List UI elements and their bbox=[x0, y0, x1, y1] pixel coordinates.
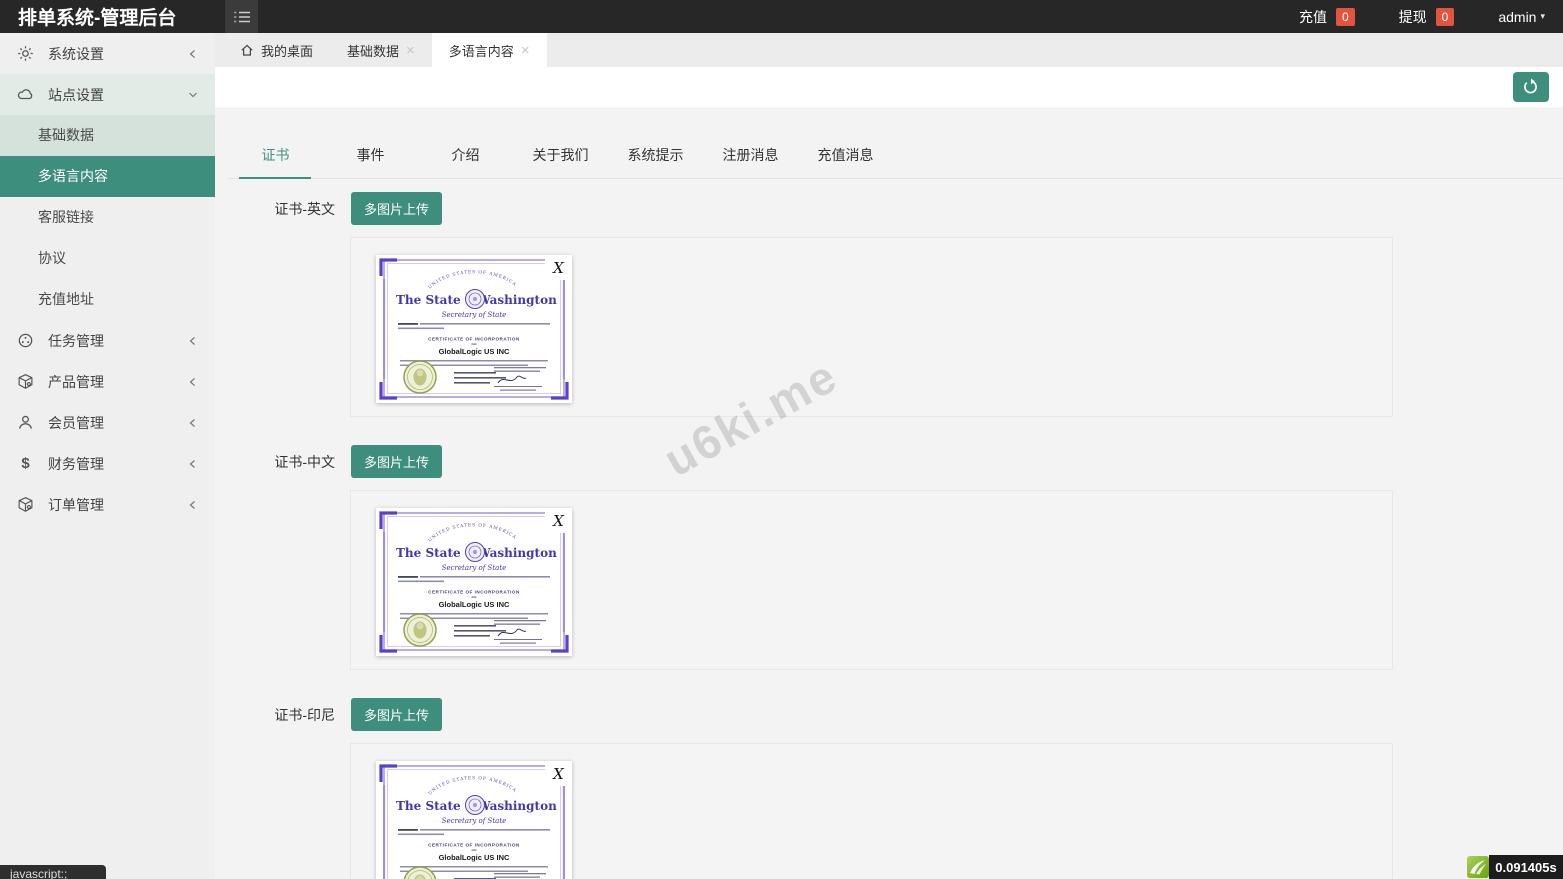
home-icon bbox=[241, 44, 253, 56]
withdraw-count-badge: 0 bbox=[1435, 7, 1455, 26]
admin-app: UNITED STATES OF AMERICA The State of Wa… bbox=[0, 0, 1563, 879]
remove-image-button[interactable]: X bbox=[545, 255, 572, 280]
certificate-image bbox=[376, 255, 572, 403]
sidebar-item-order-management[interactable]: 订单管理 bbox=[0, 484, 215, 525]
chevron-left-icon bbox=[189, 500, 195, 509]
certificate-image bbox=[376, 761, 572, 879]
close-icon[interactable]: × bbox=[406, 43, 415, 58]
withdraw-label: 提现 bbox=[1398, 8, 1427, 25]
refresh-button[interactable] bbox=[1513, 72, 1549, 102]
field-label: 证书-中文 bbox=[274, 453, 335, 470]
tab-recharge-message[interactable]: 充值消息 bbox=[798, 135, 893, 178]
sidebar-item-recharge-address[interactable]: 充值地址 bbox=[0, 279, 215, 320]
upload-preview-area: X bbox=[350, 743, 1393, 879]
sidebar-item-site-settings[interactable]: 站点设置 bbox=[0, 74, 215, 115]
chevron-left-icon bbox=[189, 336, 195, 345]
sidebar-item-agreement[interactable]: 协议 bbox=[0, 238, 215, 279]
trace-time: 0.091405s bbox=[1489, 855, 1563, 879]
sidebar: 系统设置 站点设置 基础数据 多语言内容 客服链接 协议 充值地址 任务管理 产… bbox=[0, 33, 215, 879]
recharge-stat[interactable]: 充值 0 bbox=[1299, 7, 1355, 27]
product-icon bbox=[16, 373, 35, 390]
member-icon bbox=[16, 414, 35, 431]
site-settings-submenu: 基础数据 多语言内容 客服链接 协议 充值地址 bbox=[0, 115, 215, 320]
certificate-thumbnail: X bbox=[376, 761, 572, 879]
tab-introduction[interactable]: 介绍 bbox=[418, 135, 513, 178]
field-label: 证书-英文 bbox=[274, 200, 335, 217]
field-label: 证书-印尼 bbox=[274, 706, 335, 723]
remove-image-button[interactable]: X bbox=[545, 761, 572, 786]
chevron-down-icon: ▾ bbox=[1540, 11, 1545, 21]
top-header-bar: 排单系统-管理后台 充值 0 提现 0 admin ▾ bbox=[0, 0, 1563, 33]
tab-event[interactable]: 事件 bbox=[323, 135, 418, 178]
tab-multilanguage-content[interactable]: 多语言内容 × bbox=[431, 33, 547, 67]
sidebar-collapse-button[interactable] bbox=[225, 0, 258, 33]
task-icon bbox=[16, 332, 35, 349]
withdraw-stat[interactable]: 提现 0 bbox=[1399, 7, 1455, 27]
main-content: 证书 事件 介绍 关于我们 系统提示 注册消息 充值消息 证书-英文 多图片上传… bbox=[215, 107, 1563, 879]
order-icon bbox=[16, 496, 35, 513]
tab-certificate[interactable]: 证书 bbox=[228, 135, 323, 179]
open-tabs-bar: 我的桌面 基础数据 × 多语言内容 × bbox=[215, 33, 1563, 67]
sidebar-item-basic-data[interactable]: 基础数据 bbox=[0, 115, 215, 156]
tab-system-prompt[interactable]: 系统提示 bbox=[608, 135, 703, 178]
recharge-count-badge: 0 bbox=[1335, 7, 1355, 26]
refresh-icon bbox=[1524, 78, 1537, 94]
user-menu[interactable]: admin ▾ bbox=[1498, 9, 1545, 25]
page-toolbar bbox=[215, 67, 1563, 107]
close-icon[interactable]: × bbox=[521, 43, 530, 58]
sidebar-item-product-management[interactable]: 产品管理 bbox=[0, 361, 215, 402]
site-icon bbox=[16, 86, 35, 103]
app-title: 排单系统-管理后台 bbox=[18, 8, 177, 29]
chevron-down-icon bbox=[189, 92, 197, 97]
chevron-left-icon bbox=[189, 418, 195, 427]
form-row-certificate-chinese: 证书-中文 多图片上传 bbox=[215, 445, 1563, 478]
certificate-thumbnail: X bbox=[376, 255, 572, 403]
form-row-certificate-english: 证书-英文 多图片上传 bbox=[215, 192, 1563, 225]
sidebar-item-customer-service-link[interactable]: 客服链接 bbox=[0, 197, 215, 238]
content-language-tabs: 证书 事件 介绍 关于我们 系统提示 注册消息 充值消息 bbox=[228, 135, 1563, 179]
chevron-left-icon bbox=[189, 377, 195, 386]
list-icon bbox=[233, 11, 250, 22]
multi-image-upload-button[interactable]: 多图片上传 bbox=[351, 698, 443, 731]
upload-preview-area: X bbox=[350, 490, 1393, 670]
tab-register-message[interactable]: 注册消息 bbox=[703, 135, 798, 178]
header-right-group: 充值 0 提现 0 admin ▾ bbox=[1299, 7, 1563, 27]
username: admin bbox=[1498, 8, 1537, 25]
tab-about-us[interactable]: 关于我们 bbox=[513, 135, 608, 178]
certificate-image bbox=[376, 508, 572, 656]
multi-image-upload-button[interactable]: 多图片上传 bbox=[351, 192, 443, 225]
tab-my-desktop[interactable]: 我的桌面 bbox=[223, 33, 330, 67]
recharge-label: 充值 bbox=[1298, 8, 1327, 25]
sidebar-item-multilanguage-content[interactable]: 多语言内容 bbox=[0, 156, 215, 197]
chevron-left-icon bbox=[189, 459, 195, 468]
sidebar-item-task-management[interactable]: 任务管理 bbox=[0, 320, 215, 361]
form-row-certificate-indonesian: 证书-印尼 多图片上传 bbox=[215, 698, 1563, 731]
status-link-hint: javascript:; bbox=[0, 865, 106, 879]
chevron-left-icon bbox=[189, 49, 195, 58]
sidebar-item-finance-management[interactable]: $ 财务管理 bbox=[0, 443, 215, 484]
trace-toggle-icon[interactable] bbox=[1467, 856, 1489, 878]
upload-preview-area: X bbox=[350, 237, 1393, 417]
multi-image-upload-button[interactable]: 多图片上传 bbox=[351, 445, 443, 478]
certificate-thumbnail: X bbox=[376, 508, 572, 656]
sidebar-item-system-settings[interactable]: 系统设置 bbox=[0, 33, 215, 74]
sidebar-item-member-management[interactable]: 会员管理 bbox=[0, 402, 215, 443]
dollar-icon: $ bbox=[21, 455, 30, 472]
tab-basic-data[interactable]: 基础数据 × bbox=[330, 33, 432, 67]
remove-image-button[interactable]: X bbox=[545, 508, 572, 533]
gear-icon bbox=[16, 45, 35, 62]
